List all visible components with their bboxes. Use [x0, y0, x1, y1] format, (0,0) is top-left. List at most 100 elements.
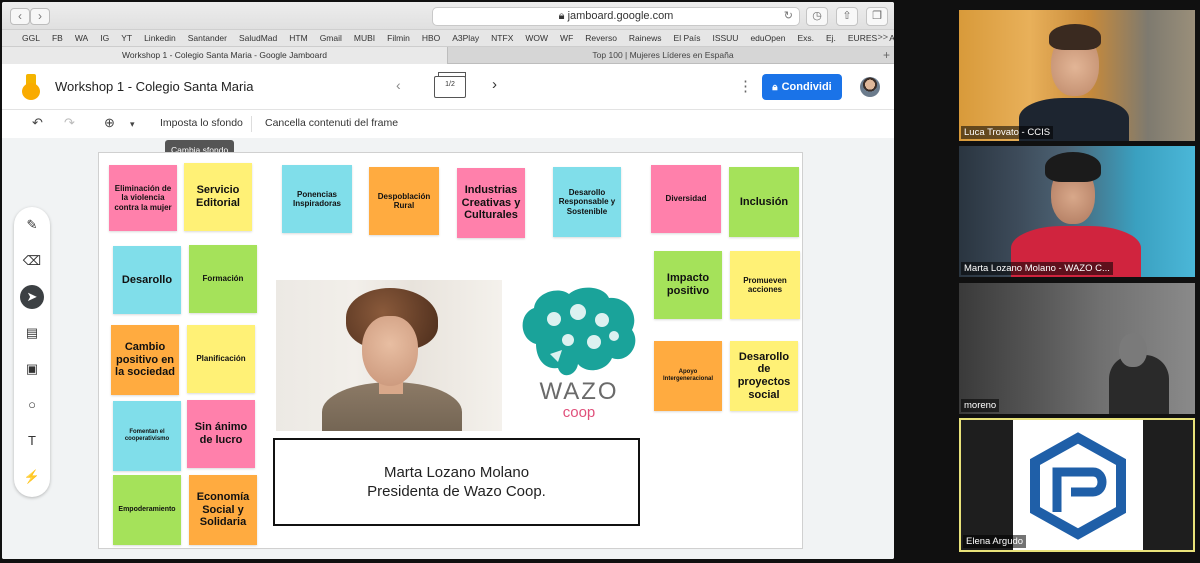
circle-icon[interactable]: ○: [20, 393, 44, 417]
select-icon[interactable]: ➤: [20, 285, 44, 309]
frame-bar-button[interactable]: 1/2: [434, 72, 466, 98]
bookmark-item[interactable]: Gmail: [320, 33, 342, 43]
document-title[interactable]: Workshop 1 - Colegio Santa Maria: [55, 79, 253, 94]
sticky-note-icon[interactable]: ▤: [20, 321, 44, 345]
tab-jamboard[interactable]: Workshop 1 - Colegio Santa Maria - Googl…: [2, 47, 448, 64]
bookmark-item[interactable]: Ej.: [826, 33, 836, 43]
share-button[interactable]: 🔒︎ Condividi: [762, 74, 842, 100]
bookmark-item[interactable]: WF: [560, 33, 573, 43]
bookmark-item[interactable]: A3Play: [452, 33, 479, 43]
bookmarks-more-icon[interactable]: >>: [877, 32, 888, 42]
sticky-note[interactable]: Eliminación de la violencia contra la mu…: [109, 165, 177, 231]
sticky-note[interactable]: Promueven acciones: [730, 251, 800, 319]
bookmark-item[interactable]: SaludMad: [239, 33, 277, 43]
sticky-note[interactable]: Desarollo: [113, 246, 181, 314]
eraser-icon[interactable]: ⌫: [20, 249, 44, 273]
sticky-note[interactable]: Economía Social y Solidaria: [189, 475, 257, 545]
bookmark-item[interactable]: Linkedin: [144, 33, 176, 43]
new-tab-icon[interactable]: +: [883, 47, 890, 64]
url-bar[interactable]: 🔒︎ jamboard.google.com ↻: [432, 7, 800, 26]
text-box-icon[interactable]: T: [20, 429, 44, 453]
participant-video-4[interactable]: Elena Argudo: [959, 418, 1195, 552]
speaker-photo[interactable]: [276, 280, 502, 431]
sticky-note[interactable]: Formación: [189, 245, 257, 313]
participant-name: Marta Lozano Molano - WAZO C...: [961, 262, 1113, 275]
bookmark-item[interactable]: eduOpen: [750, 33, 785, 43]
bookmark-item[interactable]: NTFX: [491, 33, 513, 43]
jamboard-logo-icon: [22, 74, 40, 100]
bookmark-item[interactable]: Reverso: [585, 33, 617, 43]
bookmark-item[interactable]: HTM: [289, 33, 307, 43]
bookmark-item[interactable]: WOW: [525, 33, 548, 43]
chevron-down-icon[interactable]: ▾: [130, 119, 135, 130]
sticky-note[interactable]: Empoderamiento: [113, 475, 181, 545]
bookmark-item[interactable]: Alma: [889, 33, 894, 43]
toolbar-divider: [251, 116, 252, 132]
bookmark-item[interactable]: ISSUU: [712, 33, 738, 43]
sticky-note[interactable]: Cambio positivo en la sociedad: [111, 325, 179, 395]
image-icon[interactable]: ▣: [20, 357, 44, 381]
sticky-note[interactable]: Industrias Creativas y Culturales: [457, 168, 525, 238]
bookmark-item[interactable]: El País: [674, 33, 701, 43]
pen-icon[interactable]: ✎: [20, 213, 44, 237]
lock-icon: 🔒︎: [558, 10, 568, 22]
tab-top100[interactable]: Top 100 | Mujeres Líderes en España: [449, 47, 877, 64]
bookmark-item[interactable]: MUBI: [354, 33, 375, 43]
bookmark-item[interactable]: YT: [121, 33, 132, 43]
brain-icon: [522, 287, 636, 376]
laser-icon[interactable]: ⚡: [20, 465, 44, 489]
bookmark-item[interactable]: EURES: [848, 33, 877, 43]
zoom-icon[interactable]: ⊕: [104, 115, 115, 131]
sticky-note[interactable]: Sin ánimo de lucro: [187, 400, 255, 468]
redo-icon[interactable]: ↷: [64, 115, 75, 131]
sticky-note[interactable]: Impacto positivo: [654, 251, 722, 319]
bookmark-item[interactable]: WA: [75, 33, 88, 43]
participant-video-2[interactable]: Marta Lozano Molano - WAZO C...: [959, 146, 1195, 277]
sticky-note[interactable]: Desarollo Responsable y Sostenible: [553, 167, 621, 237]
bookmark-item[interactable]: GGL: [22, 33, 40, 43]
sticky-note[interactable]: Diversidad: [651, 165, 721, 233]
bookmark-item[interactable]: IG: [100, 33, 109, 43]
participant-logo: [1013, 420, 1143, 550]
sticky-note[interactable]: Inclusión: [729, 167, 799, 237]
sticky-note[interactable]: Desarollo de proyectos social: [730, 341, 798, 411]
bookmark-item[interactable]: Rainews: [629, 33, 662, 43]
avatar[interactable]: [860, 77, 880, 97]
sticky-note[interactable]: Despoblación Rural: [369, 167, 439, 235]
bookmark-item[interactable]: Santander: [188, 33, 227, 43]
bookmark-item[interactable]: Filmin: [387, 33, 410, 43]
bookmarks-bar: GGL FB WA IG YT Linkedin Santander SaludMad HTM G…: [2, 30, 894, 47]
sticky-note[interactable]: Ponencias Inspiradoras: [282, 165, 352, 233]
next-frame-icon[interactable]: ›: [492, 76, 497, 93]
sticky-note[interactable]: Planificación: [187, 325, 255, 393]
history-icon[interactable]: ◷: [806, 7, 828, 26]
tabs-overview-icon[interactable]: ❐: [866, 7, 888, 26]
reload-icon[interactable]: ↻: [784, 8, 793, 25]
wazo-coop-logo[interactable]: WAZO coop: [514, 284, 644, 424]
coop-wordmark: coop: [562, 404, 596, 421]
forward-icon[interactable]: ›: [30, 8, 50, 25]
url-text: jamboard.google.com: [567, 10, 674, 22]
sticky-note[interactable]: Servicio Editorial: [184, 163, 252, 231]
shared-browser-window: ‹ › 🔒︎ jamboard.google.com ↻ ◷ ⇧ ❐ GGL FB…: [2, 2, 894, 559]
previous-frame-icon[interactable]: ‹: [396, 77, 401, 93]
undo-icon[interactable]: ↶: [32, 115, 43, 131]
drawing-tools-panel: ✎ ⌫ ➤ ▤ ▣ ○ T ⚡: [14, 207, 50, 497]
hexagon-logo-icon: [1030, 432, 1126, 540]
participant-video-1[interactable]: Luca Trovato - CCIS: [959, 10, 1195, 141]
share-page-icon[interactable]: ⇧: [836, 7, 858, 26]
sticky-note[interactable]: Fomentan el cooperativismo: [113, 401, 181, 471]
set-background-button[interactable]: Imposta lo sfondo: [160, 117, 243, 129]
bookmark-item[interactable]: Exs.: [797, 33, 814, 43]
speaker-name: Marta Lozano Molano: [383, 463, 530, 481]
bookmark-item[interactable]: FB: [52, 33, 63, 43]
participant-name: Elena Argudo: [963, 535, 1027, 548]
back-icon[interactable]: ‹: [10, 8, 30, 25]
clear-frame-button[interactable]: Cancella contenuti del frame: [265, 117, 398, 129]
participant-video-3[interactable]: moreno: [959, 283, 1195, 414]
jam-frame[interactable]: Eliminación de la violencia contra la mu…: [98, 152, 803, 549]
more-options-icon[interactable]: ⋮: [738, 77, 753, 95]
speaker-caption[interactable]: Marta Lozano Molano Presidenta de Wazo C…: [273, 438, 640, 526]
sticky-note[interactable]: Apoyo Intergeneracional: [654, 341, 722, 411]
bookmark-item[interactable]: HBO: [422, 33, 440, 43]
